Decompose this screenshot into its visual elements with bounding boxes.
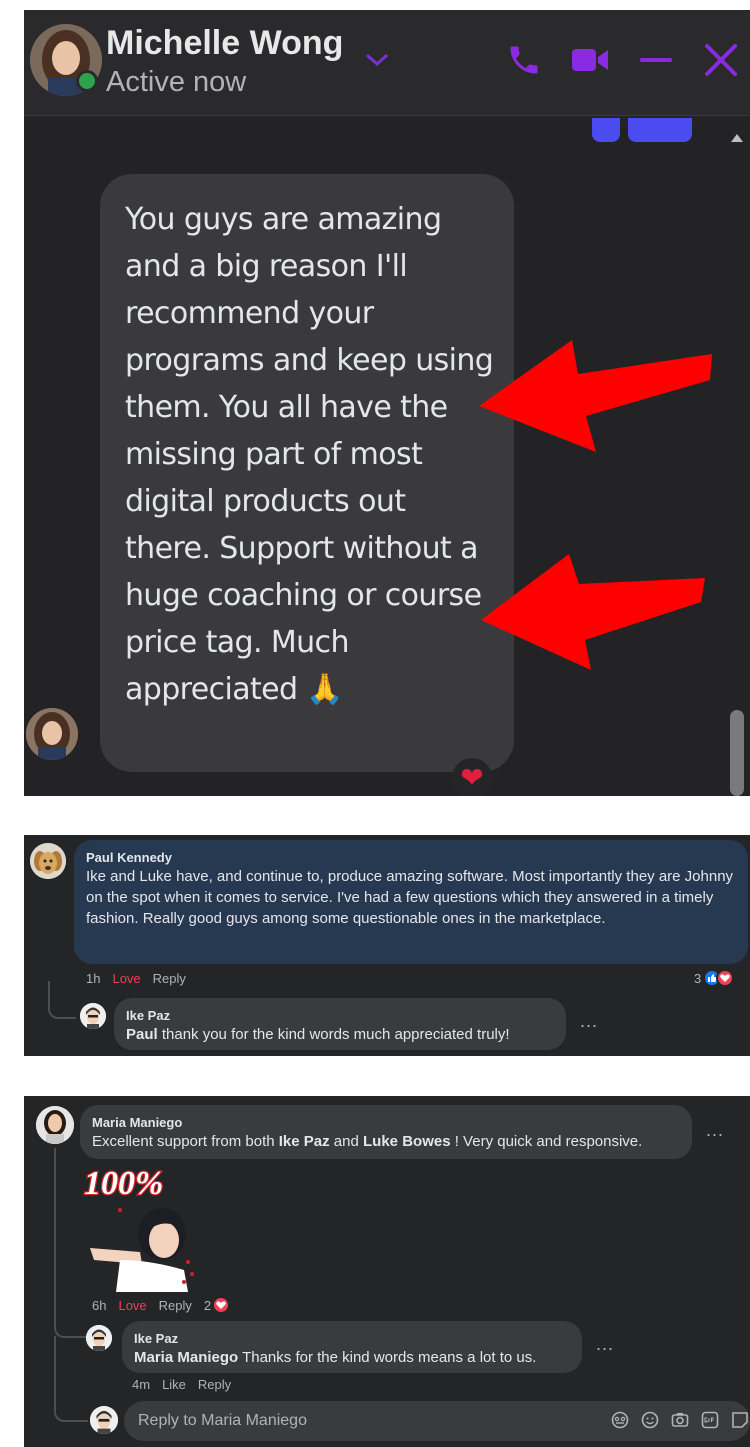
reply-bubble[interactable]: Ike Paz Paul thank you for the kind word… — [114, 998, 566, 1050]
mention-tag[interactable]: Ike Paz — [279, 1133, 330, 1150]
reply-author[interactable]: Ike Paz — [126, 1007, 554, 1024]
comment-time[interactable]: 6h — [92, 1298, 106, 1313]
minimize-icon[interactable] — [640, 40, 672, 80]
thread-connector — [48, 981, 76, 1019]
reaction-count-number: 2 — [203, 1297, 212, 1313]
message-text: You guys are amazing and a big reason I'… — [125, 202, 494, 707]
comment-author[interactable]: Maria Maniego — [92, 1114, 680, 1131]
sender-avatar[interactable] — [26, 708, 78, 760]
reply-actions: 4m Like Reply — [132, 1377, 231, 1392]
red-arrow-annotation — [481, 554, 705, 670]
reply-input[interactable]: Reply to Maria Maniego — [124, 1401, 750, 1441]
thread-connector — [54, 1148, 88, 1338]
heart-reaction-icon[interactable]: ❤ — [452, 758, 492, 796]
message-bubble[interactable]: You guys are amazing and a big reason I'… — [100, 174, 514, 772]
scroll-up-icon[interactable] — [728, 128, 746, 146]
like-button[interactable]: Like — [162, 1377, 186, 1392]
reaction-count[interactable]: 3 — [694, 969, 735, 987]
comment-text: Ike and Luke have, and continue to, prod… — [86, 868, 734, 927]
chevron-down-icon[interactable] — [364, 40, 390, 80]
online-status-dot — [76, 70, 98, 92]
previous-message-edge — [628, 118, 692, 142]
close-icon[interactable] — [702, 40, 740, 80]
reply-input-placeholder: Reply to Maria Maniego — [138, 1412, 307, 1429]
comment-time[interactable]: 1h — [86, 971, 100, 986]
thread-connector — [54, 1336, 88, 1422]
contact-name[interactable]: Michelle Wong — [106, 24, 343, 63]
scrollbar-thumb[interactable] — [730, 710, 744, 796]
mention-tag[interactable]: Paul — [126, 1026, 158, 1043]
red-arrow-annotation — [479, 340, 712, 452]
sticker-image[interactable]: 100% — [80, 1160, 210, 1292]
emoji-icon[interactable] — [640, 1410, 660, 1430]
love-reaction-button[interactable]: Love — [112, 971, 140, 986]
more-options-icon[interactable]: ... — [706, 1120, 724, 1141]
chat-header: Michelle Wong Active now — [24, 10, 750, 116]
comment-text-part: Excellent support from both — [92, 1133, 279, 1150]
comment-bubble[interactable]: Maria Maniego Excellent support from bot… — [80, 1105, 692, 1159]
replier-avatar[interactable] — [86, 1325, 112, 1351]
love-reaction-button[interactable]: Love — [118, 1298, 146, 1313]
comment-text-part: ! Very quick and responsive. — [450, 1133, 643, 1150]
reaction-count[interactable]: 2 — [203, 1296, 231, 1314]
reply-bubble[interactable]: Ike Paz Maria Maniego Thanks for the kin… — [122, 1321, 582, 1373]
mention-tag[interactable]: Luke Bowes — [363, 1133, 451, 1150]
reply-text: thank you for the kind words much apprec… — [157, 1026, 510, 1043]
gif-icon[interactable] — [700, 1410, 720, 1430]
comment-panel: Maria Maniego Excellent support from bot… — [24, 1096, 750, 1447]
comment-panel: Paul Kennedy Ike and Luke have, and cont… — [24, 835, 750, 1056]
reply-text: Thanks for the kind words means a lot to… — [238, 1349, 537, 1366]
reply-author[interactable]: Ike Paz — [134, 1330, 570, 1347]
comment-actions: 6h Love Reply 2 — [92, 1296, 231, 1314]
previous-message-edge — [592, 118, 620, 142]
video-camera-icon[interactable] — [570, 40, 610, 80]
current-user-avatar[interactable] — [90, 1406, 118, 1434]
mention-tag[interactable]: Maria Maniego — [134, 1349, 238, 1366]
comment-author[interactable]: Paul Kennedy — [86, 849, 736, 866]
reply-button[interactable]: Reply — [153, 971, 186, 986]
heart-glyph: ❤ — [460, 761, 484, 794]
reply-time[interactable]: 4m — [132, 1377, 150, 1392]
more-options-icon[interactable]: ... — [596, 1334, 614, 1355]
contact-status: Active now — [106, 66, 247, 98]
comment-text: Excellent support from both Ike Paz and … — [92, 1131, 680, 1152]
replier-avatar[interactable] — [80, 1003, 106, 1029]
comment-text-part: and — [329, 1133, 364, 1150]
reply-button[interactable]: Reply — [198, 1377, 231, 1392]
camera-icon[interactable] — [670, 1410, 690, 1430]
avatar-sticker-icon[interactable] — [610, 1410, 630, 1430]
input-toolbar — [610, 1410, 750, 1430]
messenger-chat-window: Michelle Wong Active now You guys are am… — [24, 10, 750, 796]
commenter-avatar[interactable] — [36, 1106, 74, 1144]
reply-button[interactable]: Reply — [159, 1298, 192, 1313]
love-icon — [212, 1296, 231, 1314]
sticker-icon[interactable] — [730, 1410, 750, 1430]
more-options-icon[interactable]: ... — [580, 1011, 598, 1032]
love-icon — [716, 969, 735, 987]
phone-icon[interactable] — [504, 40, 544, 80]
sticker-label: 100% — [84, 1165, 163, 1202]
scrollbar-track[interactable] — [728, 128, 746, 796]
reaction-count-number: 3 — [694, 970, 702, 986]
comment-actions: 1h Love Reply — [86, 971, 186, 986]
commenter-avatar[interactable] — [30, 843, 66, 879]
comment-bubble[interactable]: Paul Kennedy Ike and Luke have, and cont… — [74, 840, 748, 964]
